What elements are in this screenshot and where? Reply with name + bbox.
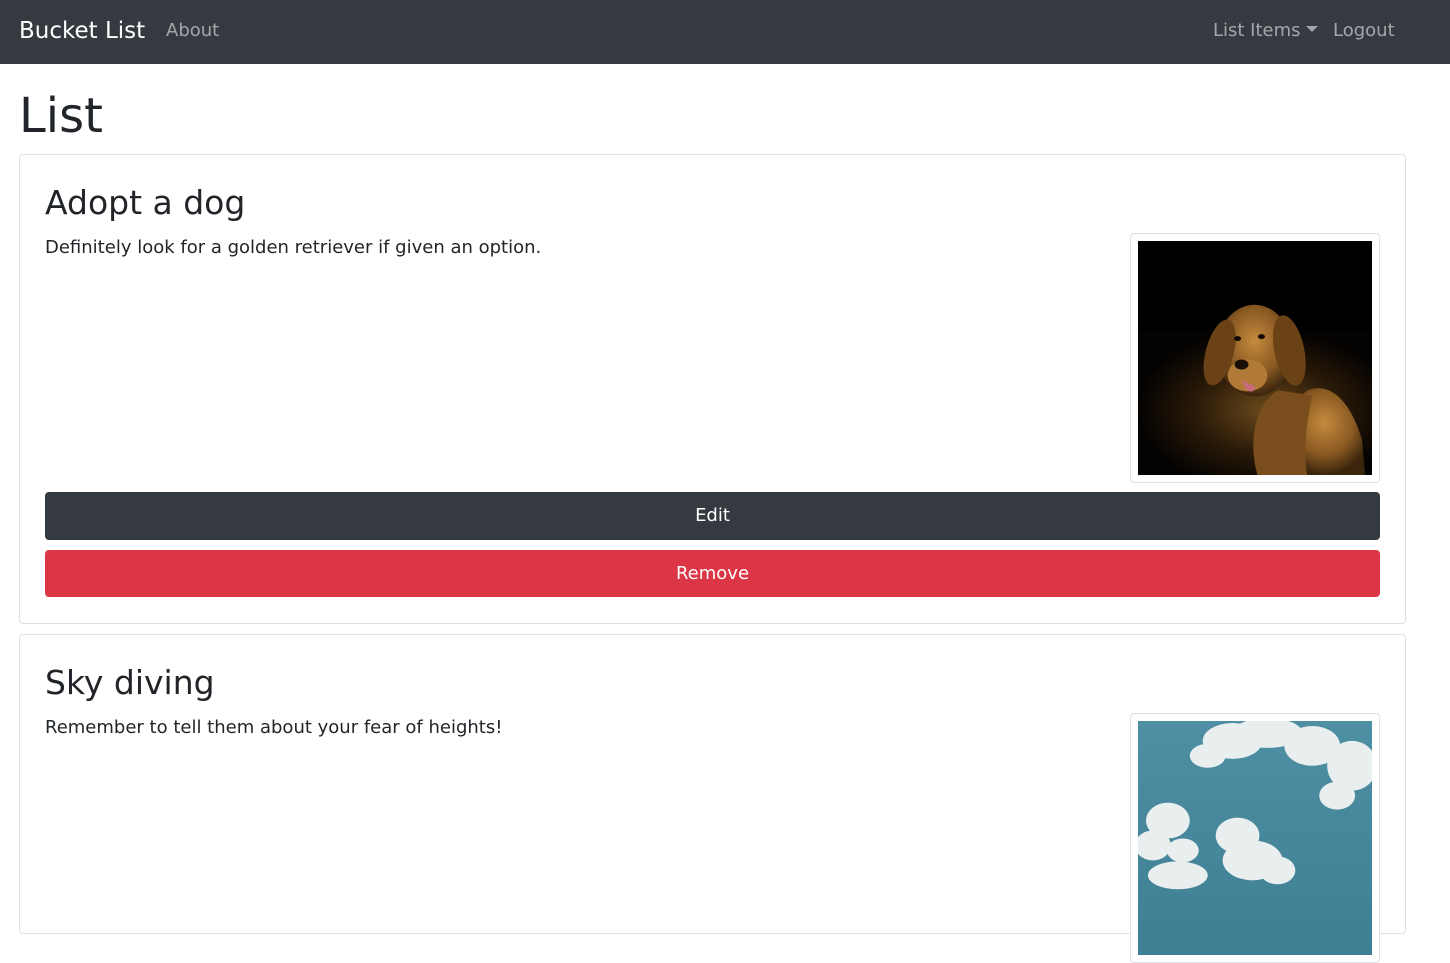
navbar: Bucket List About List Items Logout [0, 0, 1450, 64]
list-item-card: Sky diving Remember to tell them about y… [19, 634, 1406, 963]
nav-logout-link[interactable]: Logout [1333, 18, 1395, 44]
remove-button[interactable]: Remove [45, 550, 1380, 597]
nav-list-items-label: List Items [1213, 20, 1301, 41]
sky-image [1130, 713, 1380, 963]
dog-image [1130, 233, 1380, 483]
list-item-card: Adopt a dog Definitely look for a golden… [19, 154, 1406, 624]
nav-about-link[interactable]: About [166, 18, 219, 44]
card-title: Sky diving [45, 663, 215, 702]
card-description: Definitely look for a golden retriever i… [45, 237, 542, 258]
card-title: Adopt a dog [45, 183, 246, 222]
edit-button[interactable]: Edit [45, 492, 1380, 540]
nav-list-items-dropdown[interactable]: List Items [1213, 18, 1318, 44]
page-title: List [19, 88, 103, 144]
brand-link[interactable]: Bucket List [19, 15, 145, 47]
card-description: Remember to tell them about your fear of… [45, 717, 503, 738]
chevron-down-icon [1305, 26, 1318, 32]
